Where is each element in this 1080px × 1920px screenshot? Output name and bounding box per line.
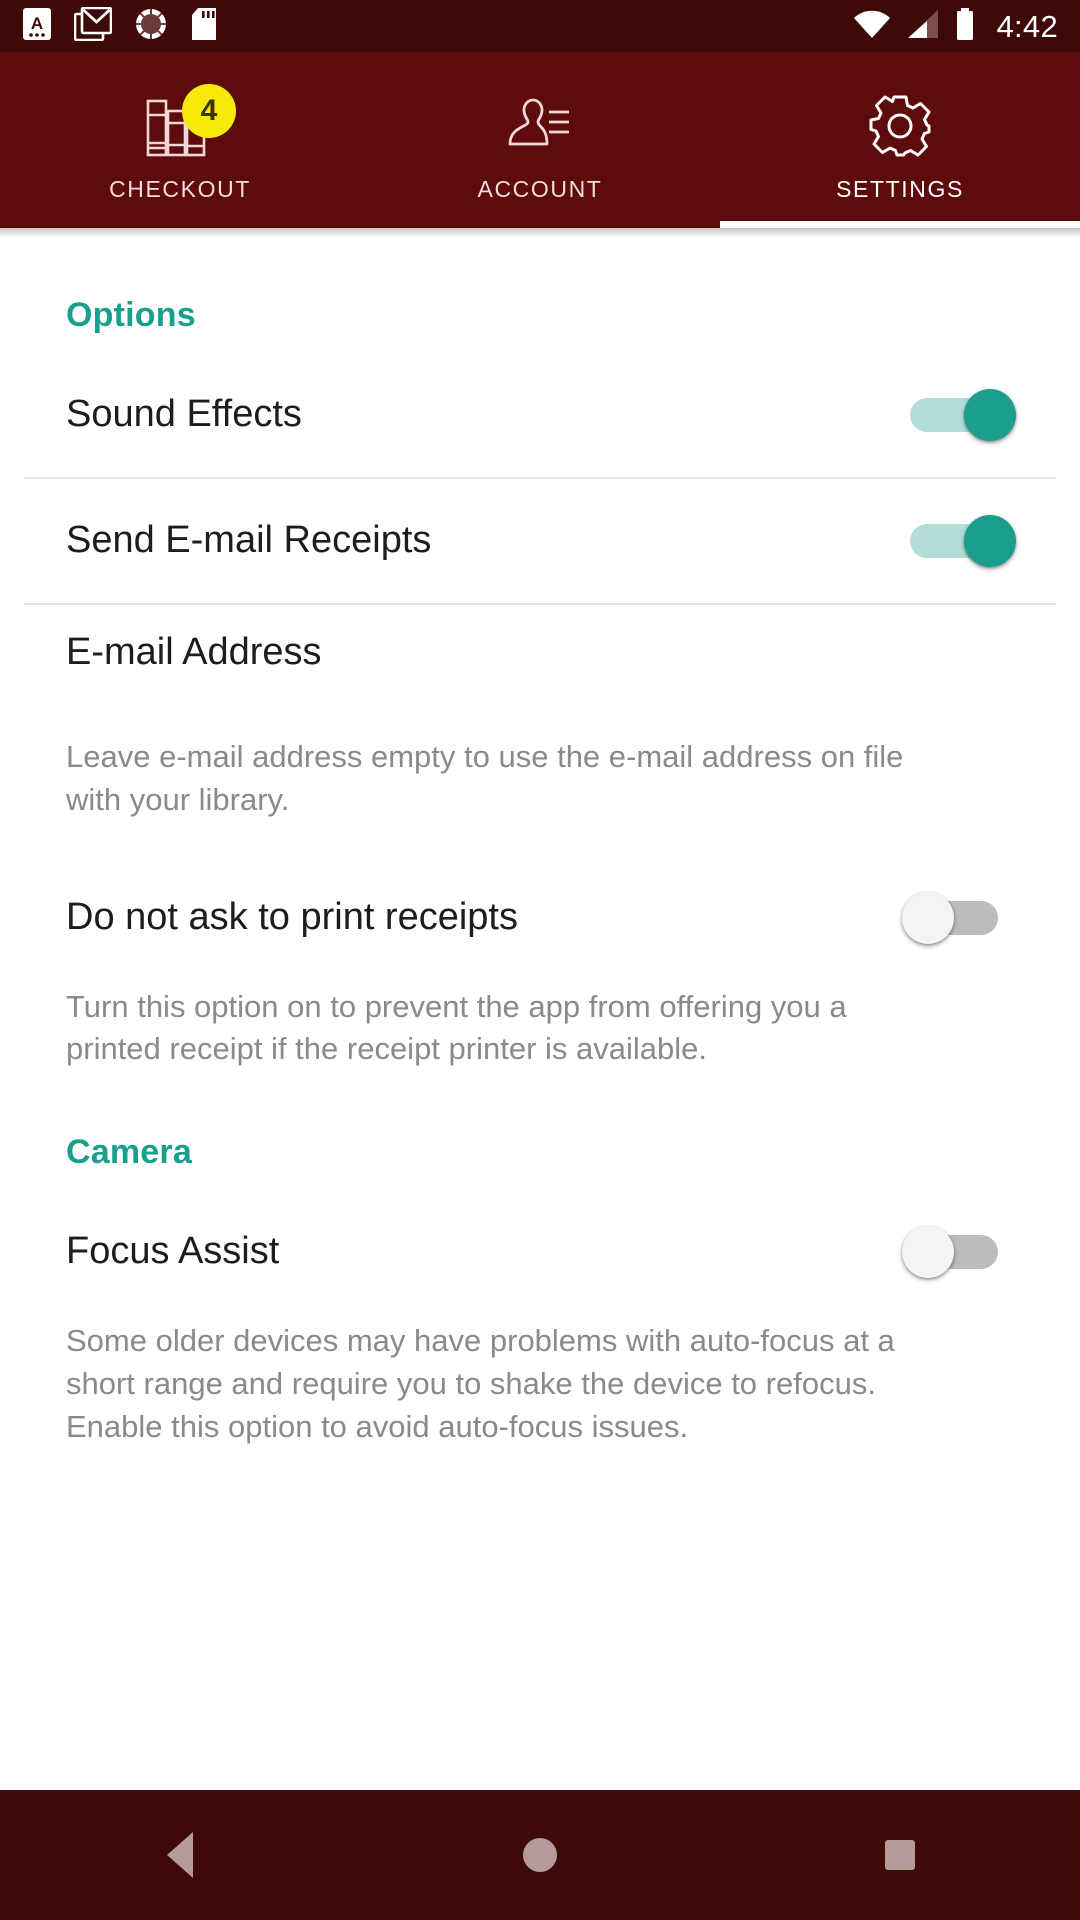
nav-home-button[interactable] xyxy=(450,1790,630,1920)
gear-icon xyxy=(867,93,933,164)
status-notification-icons: A xyxy=(22,6,218,46)
toggle-thumb xyxy=(902,1226,954,1279)
tab-checkout-label: CHECKOUT xyxy=(109,175,251,202)
toggle-focus-assist[interactable] xyxy=(902,1222,1014,1282)
tab-settings-icon-wrap xyxy=(858,92,942,166)
home-icon xyxy=(523,1838,557,1872)
row-sound-effects[interactable]: Sound Effects xyxy=(0,353,1080,477)
svg-text:A: A xyxy=(31,14,43,33)
status-clock: 4:42 xyxy=(996,8,1058,44)
sync-progress-icon xyxy=(134,7,168,46)
toggle-send-email-receipts[interactable] xyxy=(904,511,1016,571)
tab-bar-shadow xyxy=(0,228,1080,238)
print-helper-text: Turn this option on to prevent the app f… xyxy=(66,988,847,1067)
email-helper-text: Leave e-mail address empty to use the e-… xyxy=(66,739,904,817)
status-system-icons: 4:42 xyxy=(853,7,1058,45)
toggle-thumb xyxy=(902,891,954,944)
nav-recents-button[interactable] xyxy=(810,1790,990,1920)
toggle-sound-effects[interactable] xyxy=(904,385,1016,445)
row-do-not-ask-print[interactable]: Do not ask to print receipts xyxy=(0,856,1080,980)
contact-person-icon xyxy=(505,96,575,161)
sd-card-icon xyxy=(190,7,218,46)
row-send-email-receipts[interactable]: Send E-mail Receipts xyxy=(0,479,1080,603)
row-send-email-receipts-label: Send E-mail Receipts xyxy=(66,519,432,562)
back-icon xyxy=(167,1832,193,1878)
checkout-badge: 4 xyxy=(182,83,236,138)
toggle-thumb xyxy=(964,515,1016,567)
tab-settings[interactable]: SETTINGS xyxy=(720,52,1080,228)
row-sound-effects-label: Sound Effects xyxy=(66,393,302,436)
app-letter-a-icon: A xyxy=(22,7,52,46)
settings-content: Options Sound Effects Send E-mail Receip… xyxy=(0,238,1080,1790)
row-focus-assist-label: Focus Assist xyxy=(66,1230,280,1273)
top-tab-bar: 4 CHECKOUT ACCOUNT SETTINGS xyxy=(0,52,1080,228)
recents-icon xyxy=(885,1840,915,1870)
tab-settings-label: SETTINGS xyxy=(836,175,964,202)
focus-assist-helper-text: Some older devices may have problems wit… xyxy=(66,1323,895,1444)
wifi-icon xyxy=(853,9,891,44)
android-nav-bar xyxy=(0,1790,1080,1920)
active-tab-indicator xyxy=(719,221,1080,228)
toggle-do-not-ask-print[interactable] xyxy=(902,888,1014,948)
gmail-icon xyxy=(73,6,113,46)
row-do-not-ask-print-label: Do not ask to print receipts xyxy=(66,895,518,938)
section-header-options: Options xyxy=(66,296,196,334)
section-header-camera: Camera xyxy=(66,1133,192,1172)
toggle-thumb xyxy=(964,389,1016,441)
status-bar: A 4:42 xyxy=(0,0,1080,52)
phone-screen: A 4:42 4 CHECKOUT ACCOUNT SETTINGS Optio… xyxy=(0,0,1080,1920)
tab-account-icon-wrap xyxy=(498,92,582,166)
nav-back-button[interactable] xyxy=(90,1790,270,1920)
tab-account[interactable]: ACCOUNT xyxy=(360,52,720,228)
battery-full-icon xyxy=(955,7,975,45)
tab-checkout[interactable]: 4 CHECKOUT xyxy=(0,52,360,228)
row-focus-assist[interactable]: Focus Assist xyxy=(0,1190,1080,1314)
tab-account-label: ACCOUNT xyxy=(477,175,603,202)
cell-signal-icon xyxy=(906,9,940,44)
email-address-input[interactable] xyxy=(66,631,1014,674)
tab-checkout-icon-wrap: 4 xyxy=(138,83,236,166)
email-address-field-wrap[interactable] xyxy=(0,605,1080,730)
